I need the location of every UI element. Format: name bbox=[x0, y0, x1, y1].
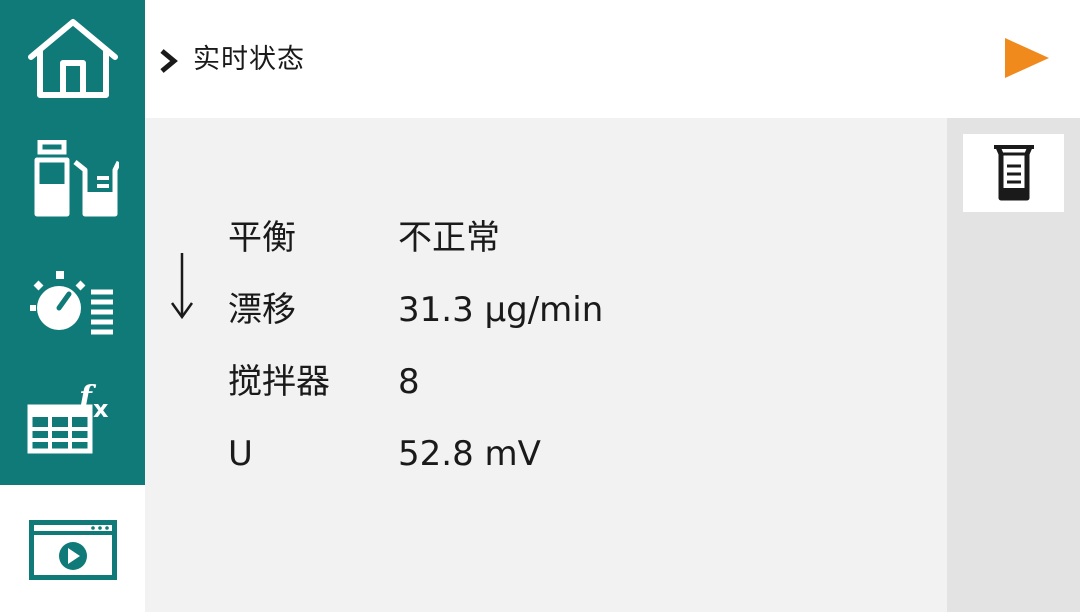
timer-list-icon bbox=[29, 271, 113, 335]
sidebar-item-home[interactable] bbox=[0, 3, 145, 113]
sidebar-item-settings[interactable] bbox=[0, 247, 145, 357]
status-value: 52.8 mV bbox=[398, 434, 541, 474]
status-label: U bbox=[228, 434, 253, 474]
status-label: 搅拌器 bbox=[228, 362, 330, 402]
status-value: 不正常 bbox=[398, 218, 500, 258]
status-panel: 平衡 不正常 漂移 31.3 µg/min 搅拌器 8 U 52.8 mV bbox=[145, 118, 947, 612]
sidebar-item-live[interactable] bbox=[0, 495, 145, 605]
status-value: 8 bbox=[398, 362, 420, 402]
table-function-icon: f x bbox=[27, 380, 109, 454]
page-title: 实时状态 bbox=[193, 44, 305, 75]
home-icon bbox=[27, 19, 118, 98]
chevron-right-icon[interactable] bbox=[157, 48, 179, 74]
header-bar: 实时状态 bbox=[145, 0, 1080, 118]
bottle-beaker-icon bbox=[34, 140, 119, 217]
play-icon[interactable] bbox=[1003, 36, 1051, 80]
status-label: 漂移 bbox=[228, 290, 296, 330]
status-label: 平衡 bbox=[228, 218, 296, 258]
nav-sidebar: f x bbox=[0, 0, 145, 612]
svg-text:x: x bbox=[93, 395, 109, 423]
side-panel bbox=[947, 118, 1080, 612]
beaker-icon bbox=[993, 145, 1034, 201]
live-window-play-icon bbox=[28, 520, 117, 580]
sidebar-item-samples[interactable] bbox=[0, 125, 145, 235]
sidebar-item-formulas[interactable]: f x bbox=[0, 362, 145, 472]
beaker-button[interactable] bbox=[963, 134, 1064, 212]
status-value: 31.3 µg/min bbox=[398, 290, 604, 330]
down-arrow-icon bbox=[170, 253, 194, 320]
